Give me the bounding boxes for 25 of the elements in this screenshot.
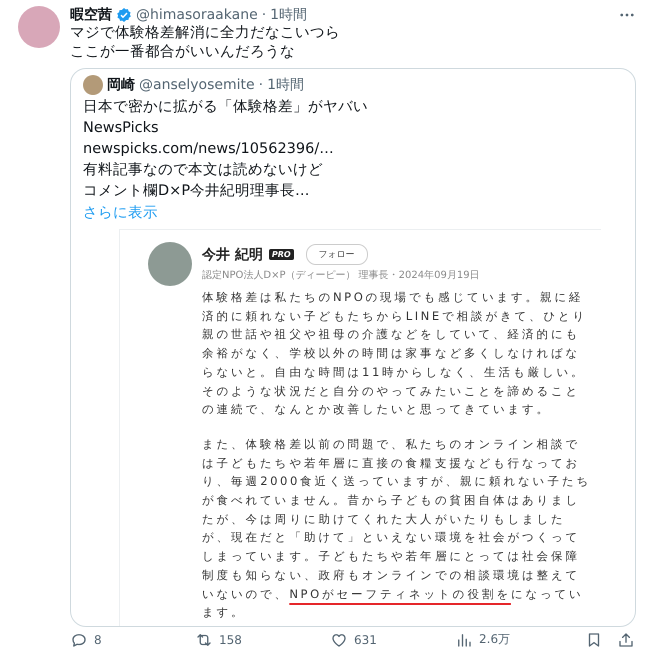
- separator: ·: [258, 77, 264, 93]
- follow-button[interactable]: フォロー: [306, 244, 368, 265]
- quoted-post-text: 日本で密かに拡がる「体験格差」がヤバい NewsPicks newspicks.com/news/10562396/… 有料記事なので本文は読めないけど コメント欄D×P今井紀明理事長…: [82, 98, 369, 201]
- view-count: 2.6万: [479, 631, 510, 648]
- share-icon[interactable]: [617, 630, 635, 649]
- author-name: 暇空茜: [70, 6, 112, 24]
- post-time: 1時間: [270, 6, 308, 24]
- comment-paragraph: また、体験格差以前の問題で、私たちのオンライン相談で は子どもたちや若年層に直接の食糧支援なども行なってお り、毎週2000食近く送っていますが、親に頼れない子たち が食べれていません。昔から子どもの貧困自体はありまし たが、今は周りに助けてくれた大人がいたりもしました が、現在だと「助けて」といえない環境を社会がつくって しまっています。子どもたちや若年層にとっては社会保障 制度も知らない、政府もオンラインでの相談環境は整えて いないので、NPOがセーフティネットの役割を になってい ます。: [202, 436, 592, 622]
- repost-count: 158: [219, 632, 242, 647]
- separator: ·: [262, 7, 266, 23]
- avatar-photo-placeholder: [148, 242, 192, 286]
- quoted-post-time: 1時間: [267, 76, 304, 94]
- reply-count: 8: [94, 632, 102, 647]
- author-handle: @himasoraakane: [136, 7, 258, 23]
- post-text: マジで体験格差解消に全力だなこいつら ここが一番都合がいいんだろうな: [70, 24, 341, 62]
- quoted-author-name: 岡崎: [107, 76, 135, 94]
- quote-card[interactable]: [70, 68, 636, 627]
- comment-paragraph: 体験格差は私たちのNPOの現場でも感じています。親に経 済的に頼れない子どもたちからLINEで相談がきて、ひとり 親の世話や祖父や祖母の介護などをしていて、経済的にも 余裕がなく、学校以外の時間は家事など多くしなければな らないと。自由な時間は11時からしなく、生活も厳しい。 そのような状況だと自分のやってみたいことを諦めること の連続で、なんとか改善したいと思ってきています。: [202, 289, 588, 418]
- author-name: 今井 紀明: [202, 246, 263, 264]
- quoted-author-handle: @anselyosemite: [139, 77, 255, 93]
- author-title: 認定NPO法人D×P（ディーピー） 理事長・2024年09月19日: [202, 268, 480, 282]
- verified-badge-icon: [116, 7, 132, 23]
- like-count: 631: [354, 632, 377, 647]
- avatar-drawing: [83, 75, 103, 95]
- pro-badge: PRO: [268, 249, 294, 260]
